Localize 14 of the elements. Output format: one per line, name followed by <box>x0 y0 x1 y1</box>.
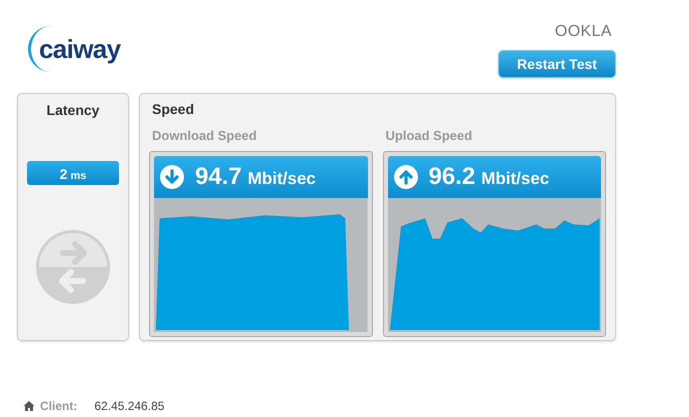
latency-icon <box>35 229 111 305</box>
brand-logo: caiway <box>28 26 128 72</box>
speed-reading: 96.2 Mbit/sec <box>388 156 601 198</box>
meter-label: Download Speed <box>151 127 258 145</box>
meter-label: Upload Speed <box>384 127 474 145</box>
speed-reading: 94.7 Mbit/sec <box>154 156 368 198</box>
home-icon <box>23 400 35 412</box>
speed-title: Speed <box>151 100 196 119</box>
latency-title: Latency <box>46 101 100 120</box>
client-ip: 62.45.246.85 <box>94 398 164 415</box>
restart-button[interactable]: Restart Test <box>498 50 616 78</box>
partner-logo: OOKLA <box>554 24 612 40</box>
client-label: Client: <box>40 398 78 415</box>
latency-value: 2 ms <box>27 161 119 185</box>
